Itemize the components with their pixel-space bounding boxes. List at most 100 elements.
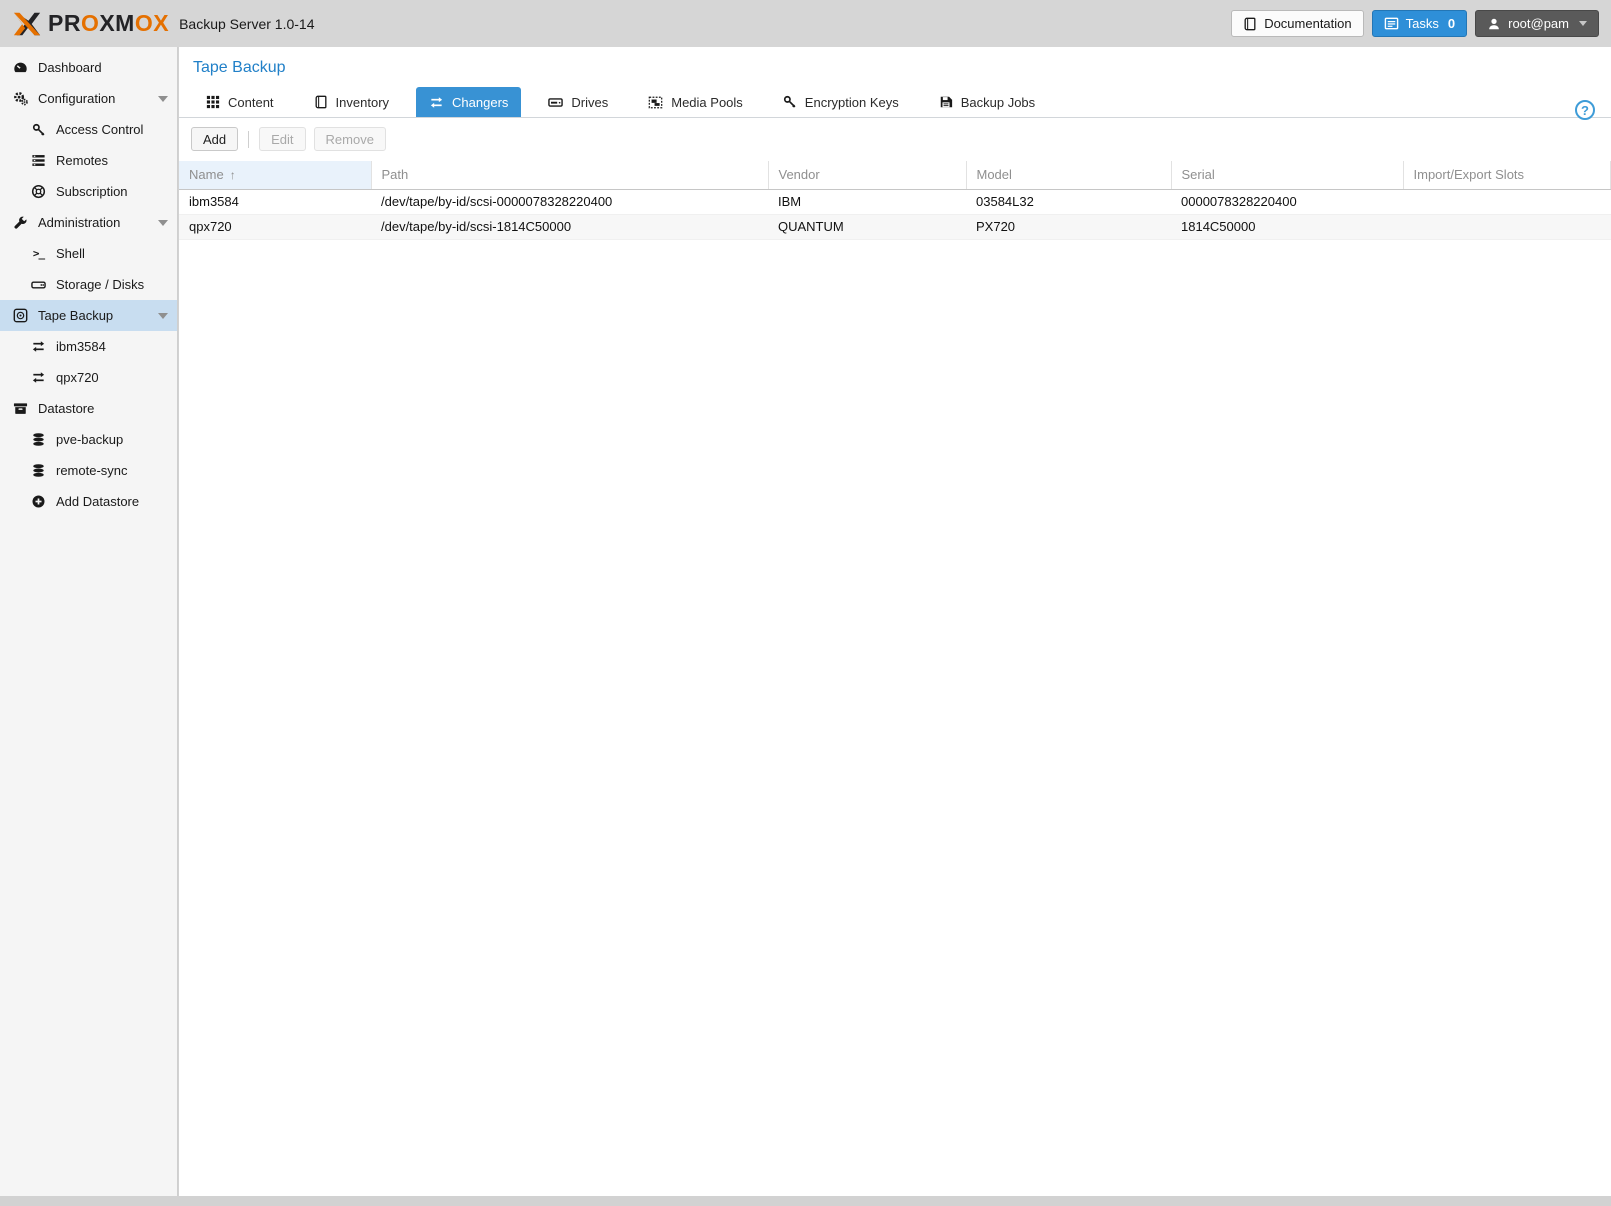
exchange-icon: [30, 339, 47, 354]
user-icon: [1487, 17, 1501, 31]
tab-bar: Content Inventory Changers Drives Media …: [179, 87, 1611, 118]
sidebar-item-label: remote-sync: [56, 463, 128, 478]
cell-serial: 1814C50000: [1171, 214, 1403, 239]
sidebar-item-label: ibm3584: [56, 339, 106, 354]
sidebar-item-remotes[interactable]: Remotes: [0, 145, 177, 176]
database-icon: [30, 432, 47, 447]
user-label: root@pam: [1508, 16, 1569, 31]
navigation-sidebar: Dashboard Configuration Access Control R…: [0, 47, 178, 1196]
cell-vendor: IBM: [768, 189, 966, 214]
lifebuoy-icon: [30, 184, 47, 199]
save-icon: [939, 95, 953, 109]
proxmox-wordmark: PROXMOX: [48, 10, 169, 37]
table-header-row: Name↑ Path Vendor Model Serial Import/Ex…: [179, 161, 1611, 189]
proxmox-logo: PROXMOX: [12, 9, 169, 39]
column-header-serial[interactable]: Serial: [1171, 161, 1403, 189]
sidebar-item-label: pve-backup: [56, 432, 123, 447]
tab-backup-jobs[interactable]: Backup Jobs: [926, 87, 1048, 117]
cell-vendor: QUANTUM: [768, 214, 966, 239]
tasks-label: Tasks: [1406, 16, 1439, 31]
tab-label: Media Pools: [671, 95, 743, 110]
cell-import-export-slots: [1403, 214, 1611, 239]
main-panel: Tape Backup ? Content Inventory Changers…: [179, 47, 1611, 1196]
archive-icon: [12, 401, 29, 416]
cell-name: ibm3584: [179, 189, 371, 214]
documentation-label: Documentation: [1264, 16, 1351, 31]
sidebar-item-subscription[interactable]: Subscription: [0, 176, 177, 207]
task-list-icon: [1384, 16, 1399, 31]
sidebar-item-tape-backup[interactable]: Tape Backup: [0, 300, 177, 331]
tasks-count-badge: 0: [1448, 16, 1455, 31]
proxmox-x-logo-icon: [12, 9, 42, 39]
tab-label: Drives: [571, 95, 608, 110]
book-icon: [1243, 17, 1257, 31]
grid-icon: [206, 95, 220, 109]
tab-content[interactable]: Content: [193, 87, 287, 117]
table-row[interactable]: qpx720 /dev/tape/by-id/scsi-1814C50000 Q…: [179, 214, 1611, 239]
column-header-vendor[interactable]: Vendor: [768, 161, 966, 189]
hdd-icon: [30, 277, 47, 292]
tab-label: Content: [228, 95, 274, 110]
tab-inventory[interactable]: Inventory: [301, 87, 402, 117]
sidebar-item-label: qpx720: [56, 370, 99, 385]
tab-label: Backup Jobs: [961, 95, 1035, 110]
collapse-caret-icon[interactable]: [158, 313, 168, 319]
sidebar-item-configuration[interactable]: Configuration: [0, 83, 177, 114]
tasks-button[interactable]: Tasks 0: [1372, 10, 1467, 37]
documentation-button[interactable]: Documentation: [1231, 10, 1363, 37]
sidebar-item-shell[interactable]: >_ Shell: [0, 238, 177, 269]
product-version-label: Backup Server 1.0-14: [179, 16, 314, 32]
toolbar-separator: [248, 131, 249, 148]
sidebar-item-label: Configuration: [38, 91, 115, 106]
add-button[interactable]: Add: [191, 127, 238, 151]
tab-drives[interactable]: Drives: [535, 87, 621, 117]
column-header-import-export-slots[interactable]: Import/Export Slots: [1403, 161, 1611, 189]
sidebar-item-datastore[interactable]: Datastore: [0, 393, 177, 424]
cell-model: 03584L32: [966, 189, 1171, 214]
tab-label: Changers: [452, 95, 508, 110]
sidebar-item-administration[interactable]: Administration: [0, 207, 177, 238]
tab-media-pools[interactable]: Media Pools: [635, 87, 756, 117]
remove-button[interactable]: Remove: [314, 127, 386, 151]
tab-label: Encryption Keys: [805, 95, 899, 110]
tab-changers[interactable]: Changers: [416, 87, 521, 117]
table-row[interactable]: ibm3584 /dev/tape/by-id/scsi-00000783282…: [179, 189, 1611, 214]
edit-button[interactable]: Edit: [259, 127, 305, 151]
gauge-icon: [12, 60, 29, 75]
chevron-down-icon: [1579, 21, 1587, 26]
sidebar-item-ibm3584[interactable]: ibm3584: [0, 331, 177, 362]
sort-ascending-icon: ↑: [230, 168, 236, 182]
changers-table: Name↑ Path Vendor Model Serial Import/Ex…: [179, 161, 1611, 240]
key-icon: [783, 95, 797, 109]
cell-model: PX720: [966, 214, 1171, 239]
wrench-icon: [12, 215, 29, 230]
sidebar-item-pve-backup[interactable]: pve-backup: [0, 424, 177, 455]
sidebar-item-remote-sync[interactable]: remote-sync: [0, 455, 177, 486]
sidebar-item-qpx720[interactable]: qpx720: [0, 362, 177, 393]
sidebar-item-label: Access Control: [56, 122, 143, 137]
cell-path: /dev/tape/by-id/scsi-1814C50000: [371, 214, 768, 239]
tab-encryption-keys[interactable]: Encryption Keys: [770, 87, 912, 117]
plus-circle-icon: [30, 494, 47, 509]
sidebar-item-access-control[interactable]: Access Control: [0, 114, 177, 145]
column-header-model[interactable]: Model: [966, 161, 1171, 189]
sidebar-item-label: Tape Backup: [38, 308, 113, 323]
drive-icon: [548, 95, 563, 110]
sidebar-item-add-datastore[interactable]: Add Datastore: [0, 486, 177, 517]
column-header-path[interactable]: Path: [371, 161, 768, 189]
column-header-name[interactable]: Name↑: [179, 161, 371, 189]
sidebar-item-label: Administration: [38, 215, 120, 230]
sidebar-item-dashboard[interactable]: Dashboard: [0, 52, 177, 83]
sidebar-item-label: Add Datastore: [56, 494, 139, 509]
sidebar-item-storage-disks[interactable]: Storage / Disks: [0, 269, 177, 300]
sidebar-item-label: Shell: [56, 246, 85, 261]
collapse-caret-icon[interactable]: [158, 96, 168, 102]
user-menu-button[interactable]: root@pam: [1475, 10, 1599, 37]
terminal-icon: >_: [30, 247, 47, 260]
grid-toolbar: Add Edit Remove: [179, 118, 1611, 161]
sidebar-item-label: Storage / Disks: [56, 277, 144, 292]
exchange-icon: [429, 95, 444, 110]
collapse-caret-icon[interactable]: [158, 220, 168, 226]
page-title: Tape Backup: [179, 47, 1611, 87]
help-icon[interactable]: ?: [1575, 100, 1595, 120]
